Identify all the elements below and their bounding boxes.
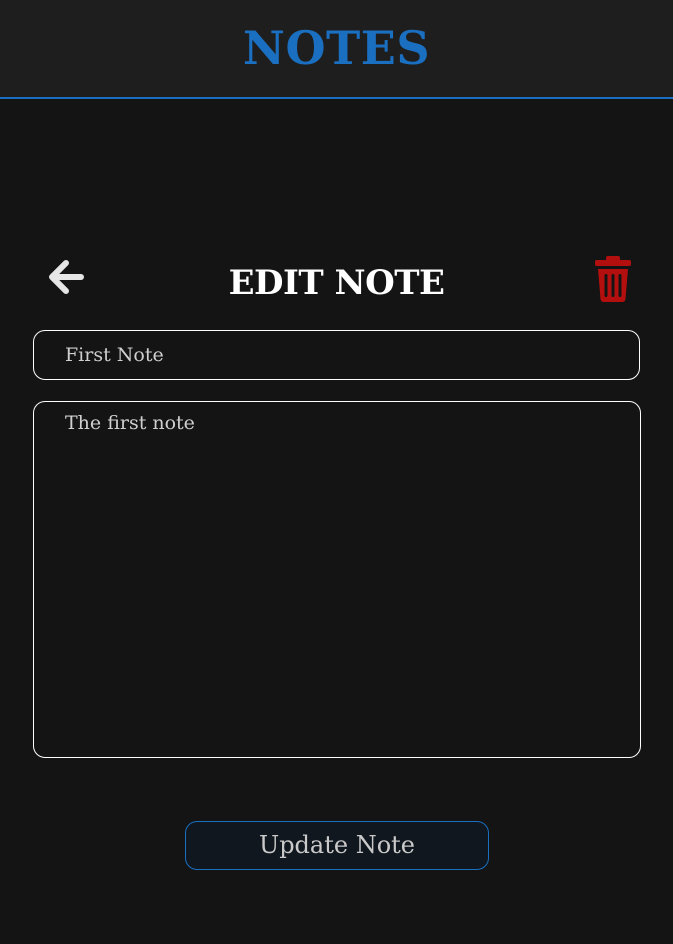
delete-button[interactable] [590,252,636,306]
edit-note-heading: EDIT NOTE [228,263,445,303]
note-body-textarea[interactable]: The first note [33,401,641,758]
app-header: NOTES [0,0,673,99]
trash-icon [595,256,631,302]
app-title: NOTES [242,21,431,75]
note-title-input[interactable] [33,330,640,380]
update-note-button[interactable]: Update Note [185,821,489,870]
